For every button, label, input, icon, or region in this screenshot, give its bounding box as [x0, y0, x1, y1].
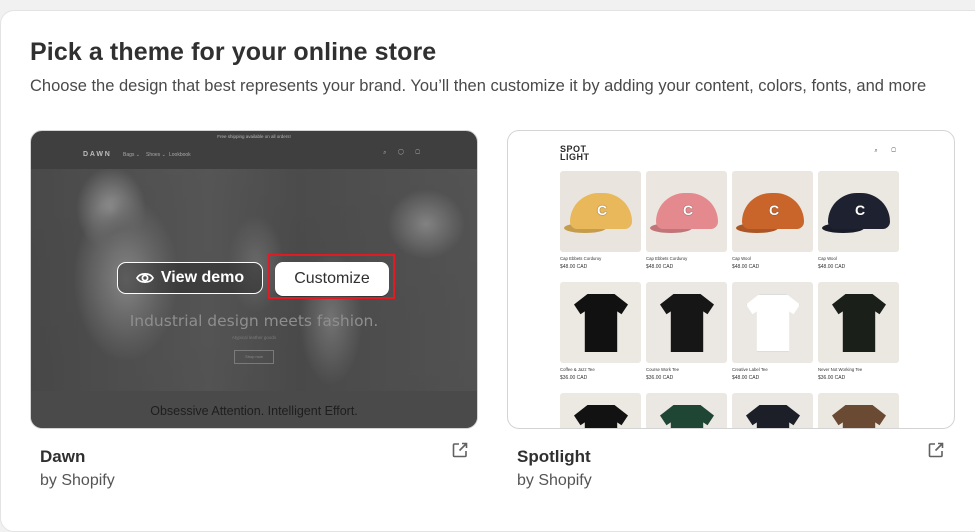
customize-button[interactable]: Customize [275, 262, 389, 296]
cap-logo: C [596, 202, 608, 218]
product-image [818, 282, 899, 363]
page-subtitle: Choose the design that best represents y… [30, 77, 927, 95]
product-card: C Cap Wool $48.00 CAD [732, 171, 813, 270]
product-name: Cap Wool [732, 256, 751, 261]
dawn-nav-item: Bags ⌄ [123, 152, 140, 158]
dawn-nav-item: Lookbook [169, 152, 191, 158]
theme-name: Spotlight [517, 447, 591, 466]
product-name: Cap Ebbets Corduroy [646, 256, 688, 261]
tee-shape [574, 294, 628, 352]
product-name: Never Not Working Tee [818, 367, 863, 372]
dawn-header-icons: ⌕ ◯ ▢ [383, 150, 425, 156]
theme-card-spotlight[interactable]: SPOT LIGHT ⌕ ▢ C Cap Ebbets Corduroy $48.0… [507, 130, 955, 429]
tee-shape [660, 294, 714, 352]
product-price: $48.00 CAD [732, 375, 760, 381]
view-demo-label: View demo [160, 269, 245, 286]
tee-shape [746, 294, 800, 352]
product-image: C [732, 171, 813, 252]
product-image [646, 393, 727, 428]
product-price: $48.00 CAD [732, 264, 760, 270]
product-card: Never Not Working Tee $36.00 CAD [818, 282, 899, 381]
dawn-preview-header: DAWN Bags ⌄ Shoes ⌄ Lookbook ⌕ ◯ ▢ [31, 142, 477, 170]
cap-logo: C [682, 202, 694, 218]
product-image [732, 393, 813, 428]
dawn-preview-logo: DAWN [83, 151, 112, 158]
product-price: $36.00 CAD [646, 375, 674, 381]
product-price: $48.00 CAD [646, 264, 674, 270]
view-demo-button[interactable]: View demo [117, 262, 263, 294]
product-card: C Cap Wool $48.00 CAD [818, 171, 899, 270]
customize-label: Customize [294, 270, 370, 287]
page-title: Pick a theme for your online store [30, 38, 437, 66]
product-card [646, 393, 727, 428]
product-card: Coffee & Jazz Tee $36.00 CAD [560, 282, 641, 381]
tee-shape [832, 405, 886, 428]
product-image: C [818, 171, 899, 252]
spotlight-logo-line: LIGHT [560, 152, 590, 162]
dawn-tagline: Obsessive Attention. Intelligent Effort. [150, 404, 358, 418]
dawn-nav-item: Shoes ⌄ [146, 152, 166, 158]
product-card: C Cap Ebbets Corduroy $48.00 CAD [646, 171, 727, 270]
tee-shape [660, 405, 714, 428]
cap-logo: C [768, 202, 780, 218]
cap-logo: C [854, 202, 866, 218]
product-name: Coffee & Jazz Tee [560, 367, 595, 372]
product-image [560, 393, 641, 428]
product-price: $48.00 CAD [560, 264, 588, 270]
product-image [560, 282, 641, 363]
theme-card-dawn[interactable]: Free shipping available on all orders! D… [30, 130, 478, 429]
tee-shape [574, 405, 628, 428]
dawn-hero-button: Shop now [234, 350, 274, 364]
product-image: C [560, 171, 641, 252]
product-card: C Cap Ebbets Corduroy $48.00 CAD [560, 171, 641, 270]
theme-name: Dawn [40, 447, 86, 466]
product-price: $36.00 CAD [560, 375, 588, 381]
product-image: C [646, 171, 727, 252]
dawn-hero-subheading: Atypical leather goods [231, 335, 277, 340]
theme-author: by Shopify [40, 472, 115, 489]
theme-author: by Shopify [517, 472, 592, 489]
spotlight-preview-logo: SPOT LIGHT [560, 145, 590, 162]
product-price: $36.00 CAD [818, 375, 846, 381]
product-image [732, 282, 813, 363]
product-card: Course Work Tee $36.00 CAD [646, 282, 727, 381]
product-name: Cap Wool [818, 256, 837, 261]
product-price: $48.00 CAD [818, 264, 846, 270]
product-image [646, 282, 727, 363]
tee-shape [746, 405, 800, 428]
product-name: Course Work Tee [646, 367, 680, 372]
external-link-icon[interactable] [927, 441, 945, 459]
product-image [818, 393, 899, 428]
product-card [560, 393, 641, 428]
product-card [732, 393, 813, 428]
spotlight-header-icons: ⌕ ▢ [874, 148, 902, 154]
product-card [818, 393, 899, 428]
product-name: Creative Label Tee [732, 367, 768, 372]
eye-icon [135, 272, 154, 284]
product-name: Cap Ebbets Corduroy [560, 256, 602, 261]
dawn-announcement-bar: Free shipping available on all orders! [217, 134, 291, 139]
dawn-hero-heading: Industrial design meets fashion. [129, 312, 379, 330]
product-card: Creative Label Tee $48.00 CAD [732, 282, 813, 381]
tee-shape [832, 294, 886, 352]
external-link-icon[interactable] [451, 441, 469, 459]
